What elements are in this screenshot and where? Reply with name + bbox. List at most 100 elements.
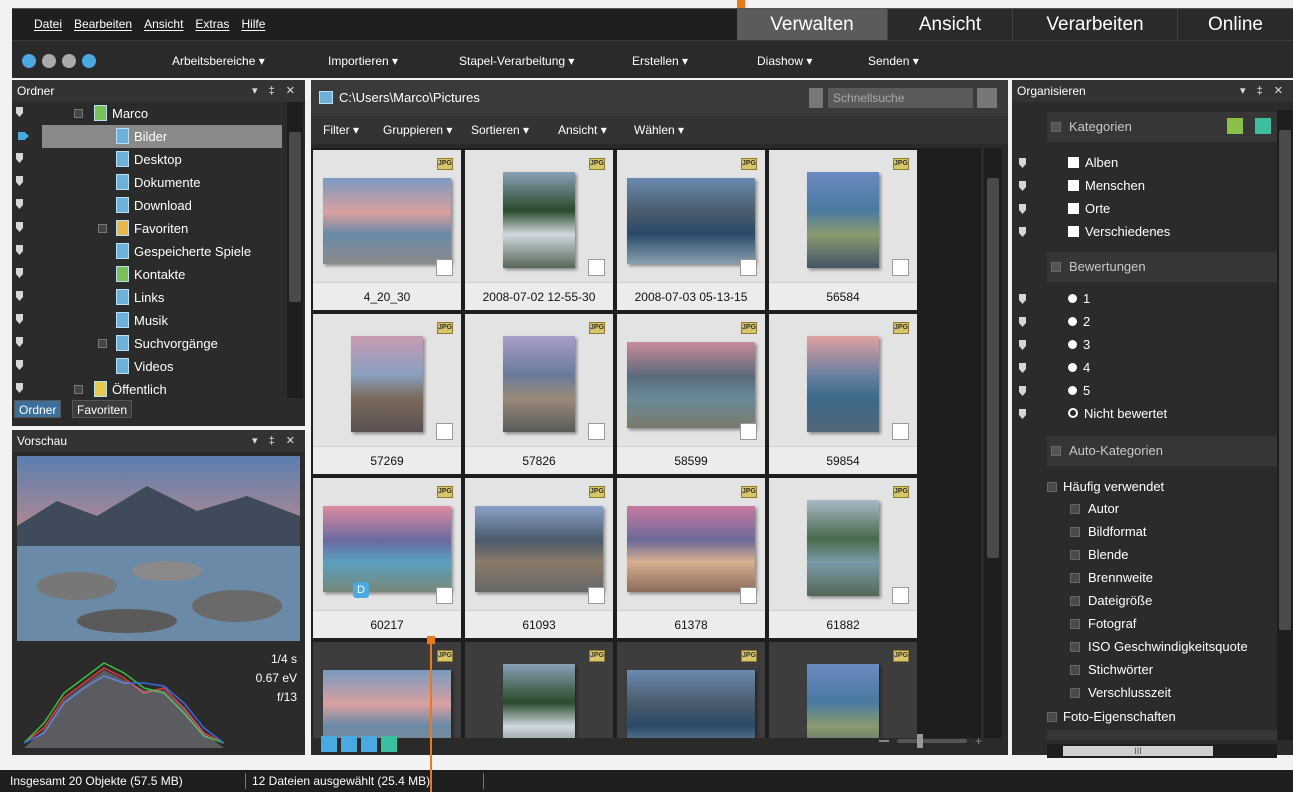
menu-bearbeiten[interactable]: Bearbeiten xyxy=(68,9,138,39)
photo-thumbnail[interactable] xyxy=(503,172,575,268)
browser-scrollbar[interactable] xyxy=(984,148,1002,738)
category-checkbox[interactable] xyxy=(1068,226,1079,237)
expand-icon[interactable] xyxy=(1070,642,1080,652)
expand-icon[interactable] xyxy=(1070,619,1080,629)
select-checkbox[interactable] xyxy=(588,423,605,440)
expand-icon[interactable] xyxy=(1070,665,1080,675)
search-input[interactable]: Schnellsuche xyxy=(828,88,973,108)
folder-item-musik[interactable]: Musik xyxy=(12,309,282,332)
rating-radio[interactable] xyxy=(1068,408,1078,418)
thumbnail-cell[interactable]: JPG 61378 xyxy=(617,478,765,638)
rating-radio[interactable] xyxy=(1068,340,1077,349)
expand-icon[interactable] xyxy=(1070,504,1080,514)
auto-category-item[interactable]: Autor xyxy=(1070,498,1119,520)
thumbnail-cell[interactable]: JPG 2008-07-03 05-13-15 xyxy=(617,150,765,310)
select-checkbox[interactable] xyxy=(892,423,909,440)
auto-category-item[interactable]: Dateigröße xyxy=(1070,590,1152,612)
collapse-icon[interactable] xyxy=(1051,262,1061,272)
photo-thumbnail[interactable] xyxy=(807,500,879,596)
filter-button[interactable]: Filter ▾ xyxy=(323,116,359,144)
rating-radio[interactable] xyxy=(1068,294,1077,303)
auto-category-item[interactable]: Blende xyxy=(1070,544,1128,566)
folder-item-oeffentlich[interactable]: Öffentlich xyxy=(12,378,282,400)
expand-icon[interactable] xyxy=(74,385,83,394)
collapse-icon[interactable] xyxy=(1051,122,1061,132)
folder-item-favoriten[interactable]: Favoriten xyxy=(12,217,282,240)
sort-button[interactable]: Sortieren ▾ xyxy=(471,116,529,144)
album-icon[interactable] xyxy=(1227,118,1243,134)
scroll-thumb[interactable] xyxy=(1279,130,1291,630)
rotate-left-icon[interactable] xyxy=(321,736,337,752)
refresh-icon[interactable] xyxy=(361,736,377,752)
rating-radio[interactable] xyxy=(1068,386,1077,395)
scroll-thumb[interactable]: III xyxy=(1063,746,1213,756)
select-checkbox[interactable] xyxy=(740,423,757,440)
home-icon[interactable] xyxy=(22,54,36,68)
thumbnail-cell[interactable]: JPG 59854 xyxy=(769,314,917,474)
photo-thumbnail[interactable] xyxy=(323,178,451,264)
thumbnail-cell[interactable]: JPG 57826 xyxy=(465,314,613,474)
forward-icon[interactable] xyxy=(62,54,76,68)
thumbnail-cell[interactable]: JPG xyxy=(313,642,461,738)
auto-category-item[interactable]: Verschlusszeit xyxy=(1070,682,1171,704)
group-button[interactable]: Gruppieren ▾ xyxy=(383,116,452,144)
create-button[interactable]: Erstellen ▾ xyxy=(632,41,688,81)
batch-button[interactable]: Stapel-Verarbeitung ▾ xyxy=(459,41,574,81)
tab-verwalten[interactable]: Verwalten xyxy=(737,9,887,41)
thumbnail-cell[interactable]: JPG 57269 xyxy=(313,314,461,474)
rating-radio[interactable] xyxy=(1068,363,1077,372)
section-auto-kategorien[interactable]: Auto-Kategorien xyxy=(1047,436,1277,466)
category-item[interactable]: Alben xyxy=(1068,152,1118,174)
photo-thumbnail[interactable] xyxy=(627,342,755,428)
folder-item-download[interactable]: Download xyxy=(12,194,282,217)
thumbnail-cell[interactable]: JPG 61093 xyxy=(465,478,613,638)
thumbnail-cell[interactable]: JPG 58599 xyxy=(617,314,765,474)
import-button[interactable]: Importieren ▾ xyxy=(328,41,398,81)
menu-datei[interactable]: Datei xyxy=(28,9,68,39)
search-dropdown-icon[interactable] xyxy=(977,88,997,108)
category-checkbox[interactable] xyxy=(1068,203,1079,214)
rating-item[interactable]: 1 xyxy=(1068,288,1090,310)
thumbnail-cell[interactable]: JPG xyxy=(617,642,765,738)
thumbnail-cell[interactable]: JPG 60217 D xyxy=(313,478,461,638)
folder-item-links[interactable]: Links xyxy=(12,286,282,309)
select-checkbox[interactable] xyxy=(436,423,453,440)
thumbnail-cell[interactable]: JPG 2008-07-02 12-55-30 xyxy=(465,150,613,310)
auto-category-item[interactable]: ISO Geschwindigkeitsquote xyxy=(1070,636,1248,658)
scroll-thumb[interactable] xyxy=(987,178,999,558)
folder-item-videos[interactable]: Videos xyxy=(12,355,282,378)
category-item[interactable]: Menschen xyxy=(1068,175,1145,197)
tab-verarbeiten[interactable]: Verarbeiten xyxy=(1012,9,1177,41)
thumbnail-cell[interactable]: JPG xyxy=(769,642,917,738)
category-checkbox[interactable] xyxy=(1068,157,1079,168)
thumbnail-cell[interactable]: JPG 56584 xyxy=(769,150,917,310)
auto-category-item[interactable]: Fotograf xyxy=(1070,613,1136,635)
menu-hilfe[interactable]: Hilfe xyxy=(235,9,271,39)
folder-item-marco[interactable]: Marco xyxy=(12,102,282,125)
photo-properties-group[interactable]: Foto-Eigenschaften xyxy=(1047,706,1176,728)
rating-item[interactable]: Nicht bewertet xyxy=(1068,403,1167,425)
rating-item[interactable]: 5 xyxy=(1068,380,1090,402)
folder-item-dokumente[interactable]: Dokumente xyxy=(12,171,282,194)
photo-thumbnail[interactable] xyxy=(807,172,879,268)
organize-scrollbar[interactable] xyxy=(1277,110,1293,740)
expand-icon[interactable] xyxy=(98,224,107,233)
rating-item[interactable]: 2 xyxy=(1068,311,1090,333)
folder-item-bilder[interactable]: Bilder xyxy=(42,125,282,148)
section-kategorien[interactable]: Kategorien xyxy=(1047,112,1277,142)
compare-icon[interactable] xyxy=(381,736,397,752)
folder-item-gespeicherte-spiele[interactable]: Gespeicherte Spiele xyxy=(12,240,282,263)
frequent-group[interactable]: Häufig verwendet xyxy=(1047,476,1164,498)
path-dropdown-icon[interactable] xyxy=(809,88,823,108)
photo-thumbnail[interactable] xyxy=(627,670,755,738)
folder-item-desktop[interactable]: Desktop xyxy=(12,148,282,171)
workspaces-button[interactable]: Arbeitsbereiche ▾ xyxy=(172,41,265,81)
select-checkbox[interactable] xyxy=(588,587,605,604)
folder-item-suchvorgaenge[interactable]: Suchvorgänge xyxy=(12,332,282,355)
slideshow-button[interactable]: Diashow ▾ xyxy=(757,41,812,81)
path-field[interactable]: C:\Users\Marco\Pictures xyxy=(339,80,480,116)
folder-item-kontakte[interactable]: Kontakte xyxy=(12,263,282,286)
select-checkbox[interactable] xyxy=(892,587,909,604)
tab-online[interactable]: Online xyxy=(1177,9,1293,41)
expand-icon[interactable] xyxy=(1070,573,1080,583)
